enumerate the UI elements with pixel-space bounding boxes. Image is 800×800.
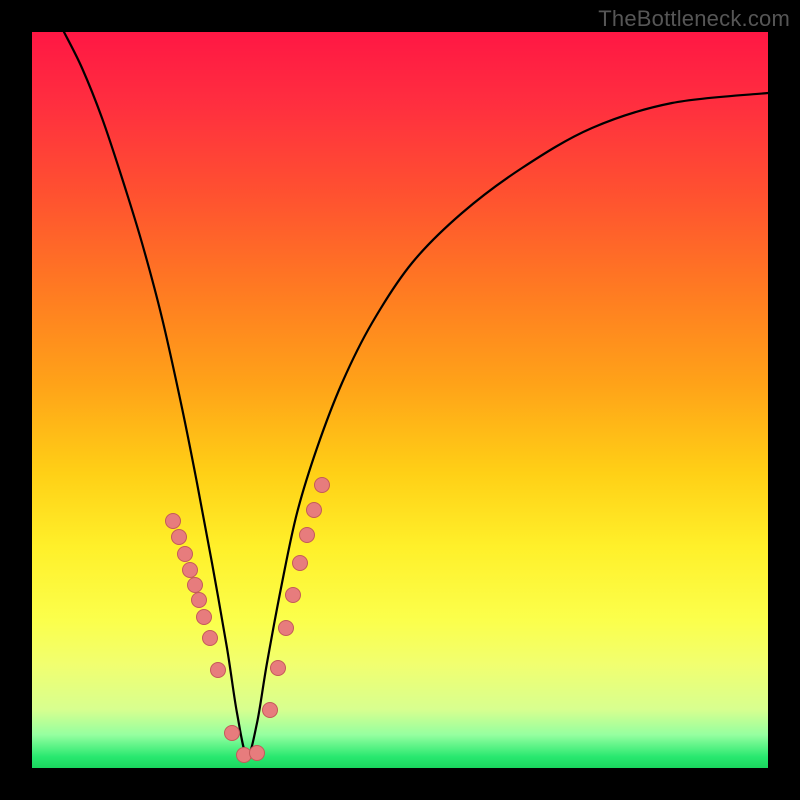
marker-dot (293, 556, 308, 571)
marker-dot (286, 588, 301, 603)
watermark-text: TheBottleneck.com (598, 6, 790, 32)
marker-dot (271, 661, 286, 676)
marker-dots (166, 478, 330, 763)
marker-dot (172, 530, 187, 545)
plot-area (32, 32, 768, 768)
marker-dot (250, 746, 265, 761)
marker-dot (279, 621, 294, 636)
marker-dot (166, 514, 181, 529)
marker-dot (315, 478, 330, 493)
marker-dot (237, 748, 252, 763)
marker-dot (203, 631, 218, 646)
marker-dot (178, 547, 193, 562)
marker-dot (307, 503, 322, 518)
marker-dot (263, 703, 278, 718)
marker-dot (211, 663, 226, 678)
marker-dot (197, 610, 212, 625)
marker-dot (192, 593, 207, 608)
curve-layer (32, 32, 768, 768)
marker-dot (300, 528, 315, 543)
bottleneck-curve (64, 32, 768, 756)
marker-dot (188, 578, 203, 593)
chart-frame: TheBottleneck.com (0, 0, 800, 800)
marker-dot (225, 726, 240, 741)
marker-dot (183, 563, 198, 578)
